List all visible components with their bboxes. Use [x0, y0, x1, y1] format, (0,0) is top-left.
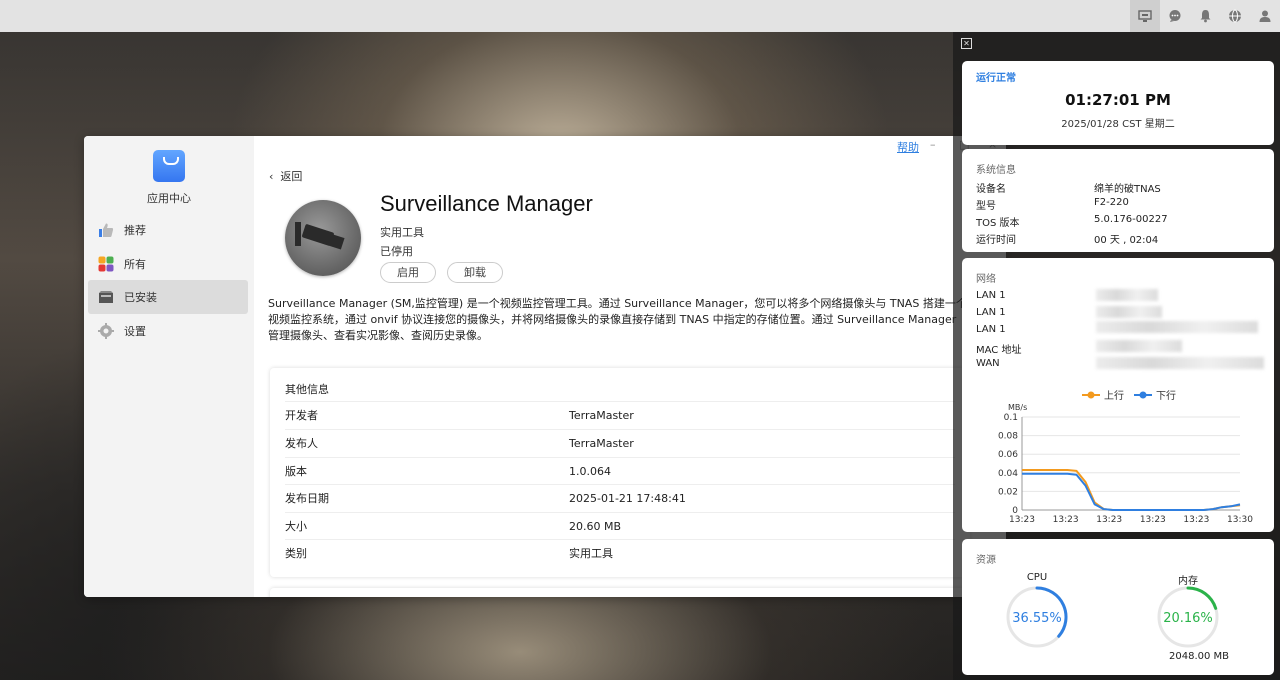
legend-label: 下行: [1156, 389, 1176, 402]
legend-label: 上行: [1104, 389, 1124, 402]
back-link[interactable]: ‹ 返回: [269, 168, 302, 184]
sidebar-item-recommended[interactable]: 推荐: [88, 213, 248, 247]
sidebar-item-label: 设置: [124, 325, 146, 338]
cpu-label: CPU: [1026, 572, 1048, 583]
y-axis-unit: MB/s: [1008, 403, 1027, 412]
network-widget: 网络 LAN 1 LAN 1 LAN 1 MAC 地址 WAN 上行 下行 MB/s…: [962, 258, 1274, 532]
x-tick-label: 13:23: [1140, 515, 1166, 525]
panel-close-icon[interactable]: ✕: [961, 38, 972, 49]
y-tick-label: 0.04: [998, 469, 1018, 479]
y-tick-label: 0.08: [998, 432, 1018, 442]
x-tick-label: 13:30: [1227, 515, 1253, 525]
info-row-category: 类别 实用工具: [285, 539, 955, 566]
x-tick-label: 13:23: [1009, 515, 1035, 525]
taskbar-icons: [1130, 0, 1280, 32]
x-tick-label: 13:23: [1053, 515, 1079, 525]
chevron-left-icon: ‹: [269, 170, 281, 183]
app-detail-content: ‹ 返回 Surveillance Manager 实用工具 已停用 启用 卸载…: [254, 136, 1006, 597]
app-center-window: 应用中心 推荐 所有 已安装 设置 ‹ 返回 Surveillance Mana…: [84, 136, 1006, 597]
resources-widget: 资源 CPU 内存 36.55% 20.16% 2048.00 MB: [962, 539, 1274, 675]
info-row-developer: 开发者 TerraMaster: [285, 401, 955, 428]
network-traffic-chart: 上行 下行MB/s0.10.080.060.040.02013:23 13:23 13…: [998, 389, 1253, 525]
system-row-tos-version: TOS 版本 5.0.176-00227: [976, 214, 1168, 229]
surveillance-camera-icon: [285, 200, 361, 276]
apps-grid-icon: [98, 256, 114, 272]
chat-icon[interactable]: [1160, 0, 1190, 32]
app-title: Surveillance Manager: [380, 191, 593, 216]
gear-icon: [98, 323, 114, 339]
system-row-model: 型号 F2-220: [976, 197, 1129, 212]
sidebar-item-installed[interactable]: 已安装: [88, 280, 248, 314]
app-center-logo-icon: [153, 150, 185, 182]
legend-marker: [1087, 391, 1095, 399]
thumbs-up-icon: [98, 222, 114, 238]
sidebar-item-all[interactable]: 所有: [88, 247, 248, 281]
globe-icon[interactable]: [1220, 0, 1250, 32]
y-tick-label: 0.1: [1004, 413, 1018, 423]
y-tick-label: 0.06: [998, 450, 1018, 460]
minimize-button[interactable]: –: [930, 138, 936, 151]
system-info-widget: 系统信息 设备名 绵羊的破TNAS 型号 F2-220 TOS 版本 5.0.176-…: [962, 149, 1274, 252]
user-icon[interactable]: [1250, 0, 1280, 32]
app-description: Surveillance Manager (SM,监控管理) 是一个视频监控管理…: [268, 297, 967, 342]
info-row-publisher: 发布人 TerraMaster: [285, 429, 955, 456]
redacted-value: [1096, 306, 1162, 318]
desktop-widgets-icon[interactable]: [1130, 0, 1160, 32]
sidebar-item-label: 已安装: [124, 291, 157, 304]
installed-drive-icon: [98, 289, 114, 305]
status-widget: 运行正常 01:27:01 PM 2025/01/28 CST 星期二: [962, 61, 1274, 145]
redacted-value: [1096, 289, 1158, 301]
memory-total: 2048.00 MB: [1169, 651, 1230, 662]
help-link[interactable]: 帮助: [897, 139, 919, 155]
app-center-title: 应用中心: [147, 192, 191, 205]
redacted-value: [1096, 340, 1182, 352]
app-status: 已停用: [380, 245, 413, 258]
widget-title: 网络: [976, 274, 996, 285]
memory-gauge-arc: [1186, 586, 1218, 610]
sidebar-item-settings[interactable]: 设置: [88, 314, 248, 348]
uninstall-button[interactable]: 卸载: [447, 262, 503, 283]
clock-time: 01:27:01 PM: [1065, 91, 1171, 109]
secondary-card: [270, 588, 970, 597]
system-row-device-name: 设备名 绵羊的破TNAS: [976, 184, 1161, 195]
widget-title: 系统信息: [976, 165, 1016, 176]
legend-marker: [1139, 391, 1147, 399]
sidebar-item-label: 推荐: [124, 224, 146, 237]
widget-title: 资源: [976, 555, 996, 566]
x-tick-label: 13:23: [1096, 515, 1122, 525]
clock-date: 2025/01/28 CST 星期二: [1061, 119, 1175, 130]
widget-panel: ✕ 运行正常 01:27:01 PM 2025/01/28 CST 星期二 系统…: [953, 32, 1280, 680]
enable-button[interactable]: 启用: [380, 262, 436, 283]
system-row-uptime: 运行时间 00 天 , 02:04: [976, 235, 1159, 246]
info-row-size: 大小 20.60 MB: [285, 512, 955, 539]
redacted-value: [1096, 357, 1264, 369]
app-center-sidebar: 应用中心 推荐 所有 已安装 设置: [84, 136, 254, 597]
sidebar-item-label: 所有: [124, 258, 146, 271]
cpu-gauge-value: 36.55%: [1012, 611, 1062, 626]
info-row-release-date: 发布日期 2025-01-21 17:48:41: [285, 484, 955, 511]
other-info-card: 其他信息 开发者 TerraMaster 发布人 TerraMaster 版本 …: [270, 368, 970, 577]
status-label: 运行正常: [976, 73, 1016, 84]
redacted-value: [1096, 321, 1258, 333]
y-tick-label: 0.02: [998, 487, 1018, 497]
x-tick-label: 13:23: [1183, 515, 1209, 525]
app-category: 实用工具: [380, 226, 424, 239]
memory-gauge-value: 20.16%: [1163, 611, 1213, 626]
info-row-version: 版本 1.0.064: [285, 457, 955, 484]
info-card-title: 其他信息: [285, 383, 329, 396]
top-taskbar: [0, 0, 1280, 32]
bell-icon[interactable]: [1190, 0, 1220, 32]
series-line: [1022, 469, 1241, 511]
